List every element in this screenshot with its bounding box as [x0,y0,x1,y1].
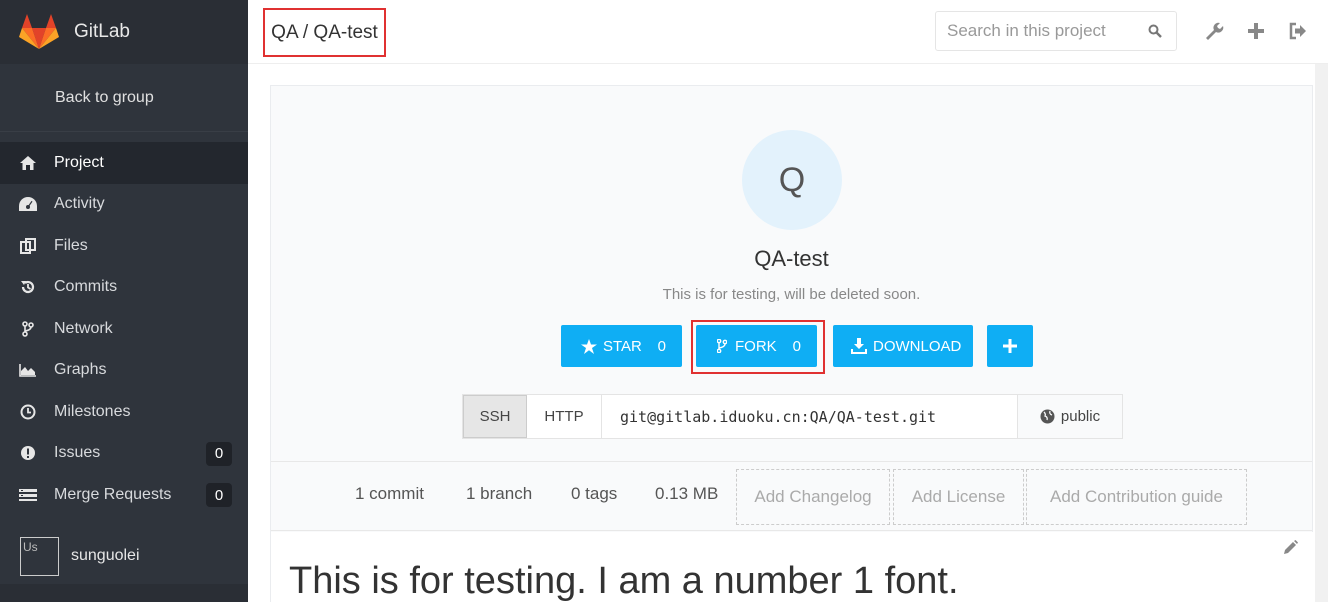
plus-icon [1003,339,1017,353]
search-icon [1148,24,1162,38]
sidebar-item-merge-requests[interactable]: Merge Requests 0 [0,474,248,516]
repo-size: 0.13 MB [655,484,719,503]
add-license-button[interactable]: Add License [893,469,1024,525]
sidebar-item-label: Network [54,319,113,337]
fork-button[interactable]: FORK 0 [696,325,817,367]
http-toggle-button[interactable]: HTTP [527,395,602,438]
sidebar-item-label: Project [54,153,104,171]
project-avatar: Q [742,130,842,230]
code-fork-icon [18,319,38,339]
globe-icon [1040,409,1055,424]
sidebar-item-label: Milestones [54,402,131,420]
history-icon [18,277,38,297]
readme-panel: This is for testing. I am a number 1 fon… [271,532,1314,602]
sidebar-footer [0,584,248,602]
gitlab-logo-icon [19,14,59,49]
search-placeholder: Search in this project [947,21,1106,40]
pencil-icon[interactable] [1283,540,1298,555]
sidebar-item-graphs[interactable]: Graphs [0,350,248,392]
star-count: 0 [657,337,666,355]
issues-count-badge: 0 [206,441,232,466]
commits-count-link[interactable]: 1 commit [355,484,424,504]
branches-count-link[interactable]: 1 branch [466,484,532,504]
project-home-panel: Q QA-test This is for testing, will be d… [270,85,1314,602]
star-label: STAR [603,337,642,355]
sidebar-item-project[interactable]: Project [0,142,248,184]
page-title[interactable]: QA / QA-test [263,8,386,57]
readme-heading: This is for testing. I am a number 1 fon… [289,560,959,602]
header: QA / QA-test Search in this project [248,0,1328,64]
sign-out-icon[interactable] [1288,21,1308,41]
area-chart-icon [18,360,38,380]
sidebar-item-label: Merge Requests [54,485,172,503]
sidebar-item-label: Files [54,236,88,254]
clone-url-input[interactable]: git@gitlab.iduoku.cn:QA/QA-test.git [602,395,1018,438]
sidebar-item-network[interactable]: Network [0,308,248,350]
back-to-group-link[interactable]: Back to group [0,64,248,132]
sidebar-nav: Project Activity Files Commits Network G… [0,142,248,516]
home-icon [18,153,38,173]
project-name: QA-test [754,246,829,271]
visibility-indicator: public [1018,395,1122,438]
app-name: GitLab [74,21,130,42]
project-stats-bar: 1 commit 1 branch 0 tags 0.13 MB Add Cha… [271,461,1312,531]
sidebar-item-commits[interactable]: Commits [0,267,248,309]
sidebar-item-activity[interactable]: Activity [0,184,248,226]
ssh-toggle-button[interactable]: SSH [463,395,527,438]
sidebar-item-issues[interactable]: Issues 0 [0,433,248,475]
files-icon [18,236,38,256]
clone-url-group: SSH HTTP git@gitlab.iduoku.cn:QA/QA-test… [462,394,1123,439]
tags-count-link[interactable]: 0 tags [571,484,617,504]
sidebar-item-label: Commits [54,278,118,296]
download-icon [851,338,867,354]
star-icon [581,338,597,354]
brand[interactable]: GitLab [0,0,248,64]
username: sunguolei [71,547,140,564]
project-description: This is for testing, will be deleted soo… [662,286,921,303]
add-changelog-button[interactable]: Add Changelog [736,469,890,525]
dashboard-icon [18,194,38,214]
user-profile[interactable]: Us sunguolei [0,530,248,582]
sidebar-item-label: Graphs [54,361,107,379]
clock-icon [18,402,38,422]
star-button[interactable]: STAR 0 [561,325,682,367]
fork-count: 0 [792,337,801,355]
visibility-label: public [1060,408,1101,425]
sidebar-item-label: Issues [54,444,101,462]
sidebar-item-files[interactable]: Files [0,225,248,267]
code-fork-icon [717,339,727,353]
page-scrollbar[interactable] [1315,64,1328,602]
download-button[interactable]: DOWNLOAD [833,325,973,367]
sidebar: GitLab Back to group Project Activity Fi… [0,0,248,602]
exclamation-circle-icon [18,443,38,463]
avatar: Us [20,536,59,576]
avatar-alt-text: Us [23,539,38,554]
add-contribution-guide-button[interactable]: Add Contribution guide [1026,469,1247,525]
search-input[interactable]: Search in this project [935,11,1177,51]
sidebar-item-milestones[interactable]: Milestones [0,391,248,433]
merge-requests-count-badge: 0 [206,483,232,507]
download-label: DOWNLOAD [873,337,962,355]
list-icon [18,485,38,505]
sidebar-item-label: Activity [54,195,105,213]
add-button[interactable] [987,325,1033,367]
plus-icon[interactable] [1246,21,1266,41]
wrench-icon[interactable] [1204,21,1224,41]
fork-label: FORK [735,337,777,355]
